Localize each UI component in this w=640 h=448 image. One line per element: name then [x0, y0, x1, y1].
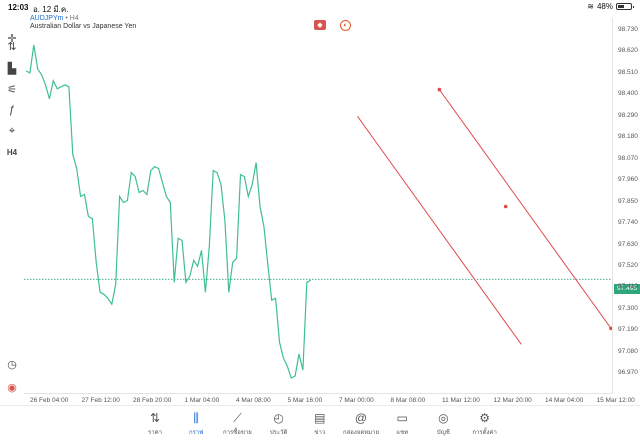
nav-item-label: บัญชี [436, 430, 450, 436]
wifi-icon: ≋ [587, 2, 594, 11]
settings-icon: ⚙ [479, 411, 490, 425]
nav-item-mailbox[interactable]: @ กล่องจดหมาย [341, 410, 381, 437]
price-tick-label: 97.520 [618, 261, 638, 269]
price-tick-label: 97.300 [618, 304, 638, 312]
brand-icon[interactable]: ◉ [4, 379, 20, 395]
trendline[interactable] [438, 89, 612, 329]
time-tick-label: 8 Mar 08:00 [390, 397, 426, 404]
price-tick-label: 97.080 [618, 347, 638, 355]
battery-percent: 48% [596, 2, 613, 11]
news-icon: ▤ [314, 411, 326, 425]
price-tick-label: 97.190 [618, 326, 638, 334]
time-tick-label: 15 Mar 12:00 [596, 397, 635, 404]
nav-item-settings[interactable]: ⚙ การตั้งค่า [465, 410, 505, 437]
price-tick-label: 97.960 [618, 176, 638, 184]
bottom-navigation: ⇅ ราคา ⫼ กราฟ ⟋ การซื้อขาย ◴ ประวัติ ▤ ข่าว @ กล่อง… [0, 405, 640, 448]
price-tick-label: 98.180 [618, 133, 638, 141]
time-tick-label: 26 Feb 04:00 [30, 397, 69, 404]
history-icon: ◴ [273, 411, 284, 425]
time-tick-label: 5 Mar 16:00 [287, 397, 323, 404]
indicators-icon[interactable]: ⇅ [4, 38, 20, 54]
nav-item-chart[interactable]: ⫼ กราฟ [176, 410, 216, 437]
timeframe-button[interactable]: H4 [4, 144, 20, 160]
nav-item-label: ข่าว [314, 430, 326, 436]
time-tick-label: 11 Mar 12:00 [442, 397, 480, 404]
nav-item-news[interactable]: ▤ ข่าว [300, 410, 340, 437]
price-tick-label: 97.410 [618, 283, 638, 291]
nav-item-label: การซื้อขาย [222, 430, 252, 436]
trendline-anchor-point[interactable] [503, 204, 508, 209]
price-tick-label: 97.630 [618, 240, 638, 248]
nav-item-label: ประวัติ [269, 430, 288, 436]
nav-item-trade[interactable]: ⟋ การซื้อขาย [217, 410, 257, 437]
nav-item-label: แชท [396, 430, 409, 436]
chart-icon: ⫼ [193, 411, 199, 425]
price-tick-label: 98.620 [618, 47, 638, 55]
nav-item-label: การตั้งค่า [472, 430, 497, 436]
price-line-series [25, 44, 311, 379]
time-tick-label: 28 Feb 20:00 [133, 397, 172, 404]
function-icon[interactable]: ƒ [4, 102, 20, 118]
nav-item-history[interactable]: ◴ ประวัติ [259, 410, 299, 437]
price-axis: 97.495 98.730 98.620 98.510 98.400 98.290 98.… [612, 18, 640, 393]
time-tick-label: 27 Feb 12:00 [81, 397, 120, 404]
time-tick-label: 14 Mar 04:00 [545, 397, 584, 404]
time-tick-label: 7 Mar 00:00 [339, 397, 374, 404]
nav-item-chat[interactable]: ▭ แชท [382, 410, 422, 437]
shapes-icon[interactable]: ⌖ [4, 123, 20, 139]
price-tick-label: 98.730 [618, 26, 638, 33]
trendline-anchor-point[interactable] [437, 87, 442, 92]
objects-icon[interactable]: ⚟ [4, 81, 20, 97]
price-tick-label: 96.970 [618, 369, 638, 377]
nav-item-label: กล่องจดหมาย [342, 430, 380, 436]
price-tick-label: 98.400 [618, 90, 638, 98]
price-tick-label: 97.740 [618, 219, 638, 227]
mailbox-icon: @ [354, 411, 368, 425]
chat-icon: ▭ [396, 411, 408, 425]
nav-item-quotes[interactable]: ⇅ ราคา [135, 410, 175, 437]
price-tick-label: 97.850 [618, 197, 638, 205]
trendline[interactable] [357, 116, 522, 345]
left-toolbar: ✛ ⇅ ▙ ⚟ ƒ ⌖ H4 ◷ ◉ [0, 30, 24, 400]
accounts-icon: ◎ [438, 411, 449, 425]
price-tick-label: 98.510 [618, 68, 638, 76]
battery-icon [616, 3, 634, 10]
nav-item-label: กราฟ [188, 430, 204, 436]
time-tick-label: 4 Mar 08:00 [236, 397, 271, 404]
nav-item-accounts[interactable]: ◎ บัญชี [423, 410, 463, 437]
status-time: 12:03 [8, 3, 29, 12]
status-bar: 12:03 อ. 12 มี.ค. ≋ 48% [0, 0, 640, 16]
quotes-icon: ⇅ [149, 411, 161, 425]
price-chart[interactable] [24, 18, 612, 393]
history-icon[interactable]: ◷ [4, 356, 20, 372]
price-tick-label: 98.070 [618, 154, 638, 162]
chart-type-icon[interactable]: ▙ [4, 60, 20, 76]
trade-icon: ⟋ [233, 411, 242, 425]
time-tick-label: 12 Mar 20:00 [493, 397, 532, 404]
nav-item-label: ราคา [148, 430, 162, 436]
time-tick-label: 1 Mar 04:00 [184, 397, 220, 404]
status-right: ≋ 48% [587, 2, 634, 11]
price-tick-label: 98.290 [618, 111, 638, 119]
